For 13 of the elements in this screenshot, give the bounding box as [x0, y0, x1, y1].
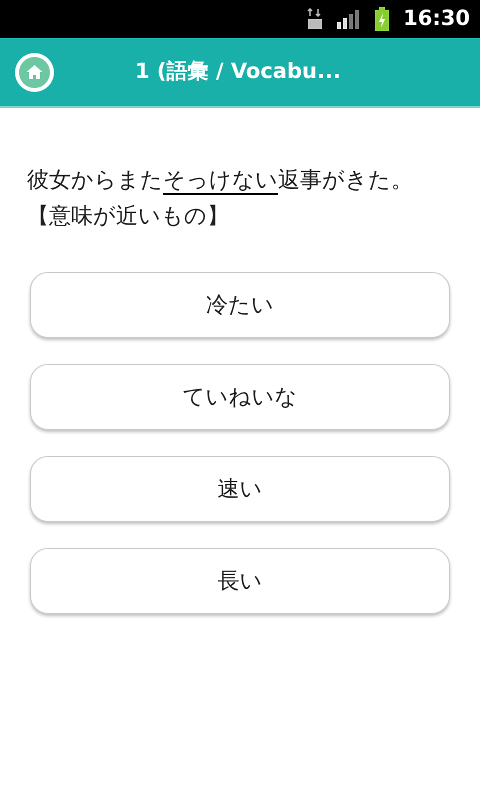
answer-button[interactable]: ていねいな [30, 364, 450, 430]
mobile-data-icon [307, 8, 324, 30]
question-sentence: 彼女からまた そっけない返事がきた。 [27, 167, 414, 197]
clock: 16:30 [403, 5, 470, 32]
battery-charging-icon [375, 7, 390, 31]
answer-button[interactable]: 速い [30, 456, 450, 522]
header-title: 1 (語彙 / Vocabu... [135, 58, 341, 86]
question-instruction: 【意味が近いもの】 [27, 203, 229, 231]
signal-icon [337, 9, 362, 29]
answer-button[interactable]: 冷たい [30, 272, 450, 338]
answer-button[interactable]: 長い [30, 548, 450, 614]
home-button[interactable] [15, 52, 54, 92]
home-icon [19, 56, 50, 88]
